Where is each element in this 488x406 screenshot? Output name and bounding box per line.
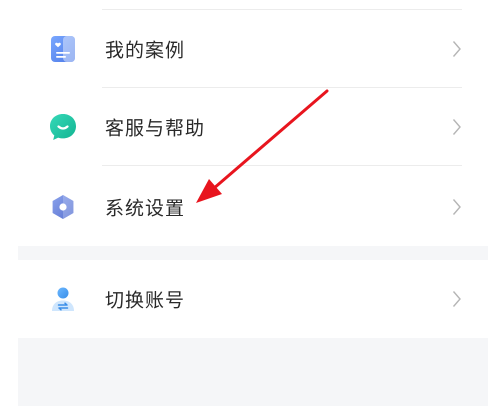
- empty-area: [18, 338, 488, 406]
- chevron-right-icon: [452, 290, 462, 308]
- chevron-right-icon: [452, 118, 462, 136]
- menu-item-system-settings[interactable]: 系统设置: [18, 168, 488, 246]
- menu-item-label: 客服与帮助: [105, 117, 206, 140]
- menu-item-customer-service[interactable]: 客服与帮助: [18, 88, 488, 166]
- profile-menu-page: 我的案例 客服与帮助 系统设置 切换账号: [0, 0, 488, 406]
- menu-item-label: 切换账号: [105, 289, 186, 312]
- menu-section-account: 切换账号: [18, 260, 488, 338]
- chevron-right-icon: [452, 40, 462, 58]
- menu-item-my-cases[interactable]: 我的案例: [18, 10, 488, 88]
- chat-bubble-icon: [48, 112, 78, 142]
- menu-item-label: 系统设置: [105, 197, 186, 220]
- chevron-right-icon: [452, 198, 462, 216]
- hexagon-settings-icon: [48, 192, 78, 222]
- switch-user-icon: [48, 284, 78, 314]
- menu-item-switch-account[interactable]: 切换账号: [18, 260, 488, 338]
- section-gap: [18, 246, 488, 260]
- menu-section-main: 我的案例 客服与帮助 系统设置: [18, 0, 488, 246]
- case-folder-icon: [48, 34, 78, 64]
- menu-item-label: 我的案例: [105, 39, 186, 62]
- row-divider: [102, 165, 462, 166]
